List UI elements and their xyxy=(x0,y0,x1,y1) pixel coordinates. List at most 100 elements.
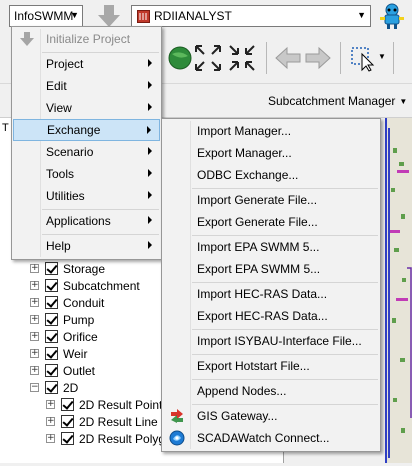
menu-item-tools[interactable]: Tools xyxy=(13,163,160,185)
zoom-out-extents-icon[interactable] xyxy=(228,44,256,72)
tree-item-2d-result-line[interactable]: + 2D Result Line xyxy=(46,413,158,430)
tree-item-label: Storage xyxy=(63,261,106,276)
layer-checkbox[interactable] xyxy=(45,279,58,292)
layer-checkbox[interactable] xyxy=(61,398,74,411)
tree-item-label: 2D Result Point xyxy=(79,397,163,412)
agent-robot-icon[interactable] xyxy=(376,2,408,30)
chevron-down-icon: ▼ xyxy=(357,10,366,20)
network-name-label: RDIIANALYST xyxy=(154,9,232,23)
menu-item-export-manager[interactable]: Export Manager... xyxy=(163,142,379,164)
menu-item-label: Applications xyxy=(46,214,111,228)
subcatchment-manager-button[interactable]: Subcatchment Manager ▼ xyxy=(268,91,407,111)
menu-item-initialize-project[interactable]: Initialize Project xyxy=(13,28,160,50)
expand-icon[interactable]: + xyxy=(30,298,39,307)
tree-item-2d-result-point[interactable]: + 2D Result Point xyxy=(46,396,162,413)
menu-item-import-generate-file[interactable]: Import Generate File... xyxy=(163,189,379,211)
layer-checkbox[interactable] xyxy=(45,330,58,343)
toolbar-separator xyxy=(393,42,394,74)
menu-item-utilities[interactable]: Utilities xyxy=(13,185,160,207)
gis-gateway-icon xyxy=(171,409,183,423)
tree-item-storage[interactable]: + Storage xyxy=(30,260,105,277)
menu-item-import-isybau-interface-file[interactable]: Import ISYBAU-Interface File... xyxy=(163,330,379,352)
menu-item-export-epa-swmm5[interactable]: Export EPA SWMM 5... xyxy=(163,258,379,280)
expand-icon[interactable]: + xyxy=(46,400,55,409)
tree-item-2d[interactable]: − 2D xyxy=(30,379,78,396)
expand-icon[interactable]: + xyxy=(30,315,39,324)
menu-item-export-generate-file[interactable]: Export Generate File... xyxy=(163,211,379,233)
menu-item-label: Utilities xyxy=(46,189,85,203)
menu-item-append-nodes[interactable]: Append Nodes... xyxy=(163,380,379,402)
menu-item-edit[interactable]: Edit xyxy=(13,75,160,97)
tree-item-2d-result-polygon[interactable]: + 2D Result Polygon xyxy=(46,430,178,447)
layer-checkbox[interactable] xyxy=(45,313,58,326)
menu-item-export-hec-ras-data[interactable]: Export HEC-RAS Data... xyxy=(163,305,379,327)
tree-item-subcatchment[interactable]: + Subcatchment xyxy=(30,277,140,294)
menu-item-scenario[interactable]: Scenario xyxy=(13,141,160,163)
menu-item-label: ODBC Exchange... xyxy=(197,168,299,182)
collapse-icon[interactable]: − xyxy=(30,383,39,392)
expand-icon[interactable]: + xyxy=(30,366,39,375)
layer-checkbox[interactable] xyxy=(45,381,58,394)
expand-icon[interactable]: + xyxy=(30,281,39,290)
tree-item-weir[interactable]: + Weir xyxy=(30,345,87,362)
expand-icon[interactable]: + xyxy=(46,417,55,426)
tree-item-label: Weir xyxy=(63,346,88,361)
menu-item-label: Import Manager... xyxy=(197,124,292,138)
expand-icon[interactable]: + xyxy=(30,264,39,273)
menu-item-label: Import Generate File... xyxy=(197,193,318,207)
expand-icon[interactable]: + xyxy=(30,332,39,341)
expand-icon[interactable]: + xyxy=(46,434,55,443)
map-view[interactable] xyxy=(385,118,412,463)
select-pointer-icon[interactable] xyxy=(350,44,378,72)
menu-item-label: Export Generate File... xyxy=(197,215,318,229)
scadawatch-icon xyxy=(169,430,185,446)
tree-item-outlet[interactable]: + Outlet xyxy=(30,362,95,379)
globe-icon[interactable] xyxy=(166,44,194,72)
arrow-down-icon xyxy=(20,32,34,46)
menu-item-label: Tools xyxy=(46,167,75,181)
back-arrow-icon[interactable] xyxy=(274,44,302,72)
chevron-down-icon: ▼ xyxy=(70,10,79,20)
expand-icon[interactable]: + xyxy=(30,349,39,358)
menu-item-import-manager[interactable]: Import Manager... xyxy=(163,120,379,142)
tree-item-pump[interactable]: + Pump xyxy=(30,311,94,328)
submenu-arrow-icon xyxy=(147,126,151,134)
menu-item-label: Export Manager... xyxy=(197,146,292,160)
menu-item-import-epa-swmm5[interactable]: Import EPA SWMM 5... xyxy=(163,236,379,258)
layer-checkbox[interactable] xyxy=(61,415,74,428)
chevron-down-icon[interactable]: ▼ xyxy=(378,52,386,61)
layer-checkbox[interactable] xyxy=(45,364,58,377)
menu-item-export-hotstart-file[interactable]: Export Hotstart File... xyxy=(163,355,379,377)
menu-item-label: Import HEC-RAS Data... xyxy=(197,287,328,301)
tree-item-label: Conduit xyxy=(63,295,105,310)
layer-checkbox[interactable] xyxy=(45,347,58,360)
zoom-in-extents-icon[interactable] xyxy=(194,44,222,72)
menu-item-label: Exchange xyxy=(47,123,101,137)
menu-item-odbc-exchange[interactable]: ODBC Exchange... xyxy=(163,164,379,186)
submenu-arrow-icon xyxy=(148,169,152,177)
submenu-arrow-icon xyxy=(148,81,152,89)
menu-item-label: Export HEC-RAS Data... xyxy=(197,309,328,323)
tree-item-label: 2D Result Line xyxy=(79,414,158,429)
menu-item-scadawatch-connect[interactable]: SCADAWatch Connect... xyxy=(163,427,379,449)
forward-arrow-icon[interactable] xyxy=(304,44,332,72)
app-selector-dropdown[interactable]: InfoSWMM ▼ xyxy=(9,5,83,27)
menu-item-import-hec-ras-data[interactable]: Import HEC-RAS Data... xyxy=(163,283,379,305)
menu-item-gis-gateway[interactable]: GIS Gateway... xyxy=(163,405,379,427)
menu-item-project[interactable]: Project xyxy=(13,53,160,75)
submenu-arrow-icon xyxy=(148,103,152,111)
tree-item-orifice[interactable]: + Orifice xyxy=(30,328,98,345)
chevron-down-icon: ▼ xyxy=(399,96,408,106)
menu-item-view[interactable]: View xyxy=(13,97,160,119)
menu-item-applications[interactable]: Applications xyxy=(13,210,160,232)
network-selector-dropdown[interactable]: RDIIANALYST ▼ xyxy=(131,5,371,27)
infoswmm-main-menu: Initialize Project Project Edit View Exc… xyxy=(11,26,162,260)
layer-checkbox[interactable] xyxy=(45,262,58,275)
menu-item-label: Project xyxy=(46,57,84,71)
layer-checkbox[interactable] xyxy=(45,296,58,309)
menu-item-exchange[interactable]: Exchange xyxy=(13,119,160,141)
menu-item-help[interactable]: Help xyxy=(13,235,160,257)
tree-item-conduit[interactable]: + Conduit xyxy=(30,294,104,311)
menu-item-label: View xyxy=(46,101,72,115)
layer-checkbox[interactable] xyxy=(61,432,74,445)
